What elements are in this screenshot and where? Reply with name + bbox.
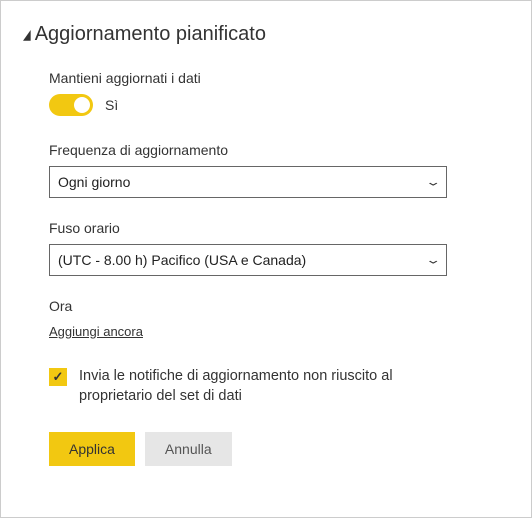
cancel-button[interactable]: Annulla: [145, 432, 232, 466]
collapse-caret-icon: ◢: [23, 28, 31, 43]
section-header[interactable]: ◢ Aggiornamento pianificato: [23, 23, 491, 46]
keep-updated-label: Mantieni aggiornati i dati: [49, 70, 491, 86]
add-more-link[interactable]: Aggiungi ancora: [49, 324, 143, 339]
toggle-knob: [74, 97, 90, 113]
timezone-group: Fuso orario (UTC - 8.00 h) Pacifico (USA…: [49, 220, 491, 276]
chevron-down-icon: ⌄: [425, 176, 441, 189]
checkmark-icon: ✓: [53, 369, 64, 385]
form-body: Mantieni aggiornati i dati Sì Frequenza …: [23, 70, 491, 466]
keep-updated-row: Sì: [49, 94, 491, 116]
timezone-label: Fuso orario: [49, 220, 491, 236]
toggle-state-text: Sì: [105, 97, 118, 113]
time-group: Ora Aggiungi ancora: [49, 298, 491, 341]
frequency-value: Ogni giorno: [58, 174, 130, 190]
timezone-select[interactable]: (UTC - 8.00 h) Pacifico (USA e Canada) ⌄: [49, 244, 447, 276]
frequency-label: Frequenza di aggiornamento: [49, 142, 491, 158]
frequency-select[interactable]: Ogni giorno ⌄: [49, 166, 447, 198]
notification-label: Invia le notifiche di aggiornamento non …: [79, 367, 459, 406]
timezone-value: (UTC - 8.00 h) Pacifico (USA e Canada): [58, 252, 306, 268]
notification-checkbox[interactable]: ✓: [49, 368, 67, 386]
notification-row: ✓ Invia le notifiche di aggiornamento no…: [49, 367, 491, 406]
keep-updated-toggle[interactable]: [49, 94, 93, 116]
frequency-group: Frequenza di aggiornamento Ogni giorno ⌄: [49, 142, 491, 198]
chevron-down-icon: ⌄: [425, 254, 441, 267]
section-title: Aggiornamento pianificato: [35, 23, 266, 46]
button-row: Applica Annulla: [49, 432, 491, 466]
apply-button[interactable]: Applica: [49, 432, 135, 466]
time-label: Ora: [49, 298, 491, 314]
